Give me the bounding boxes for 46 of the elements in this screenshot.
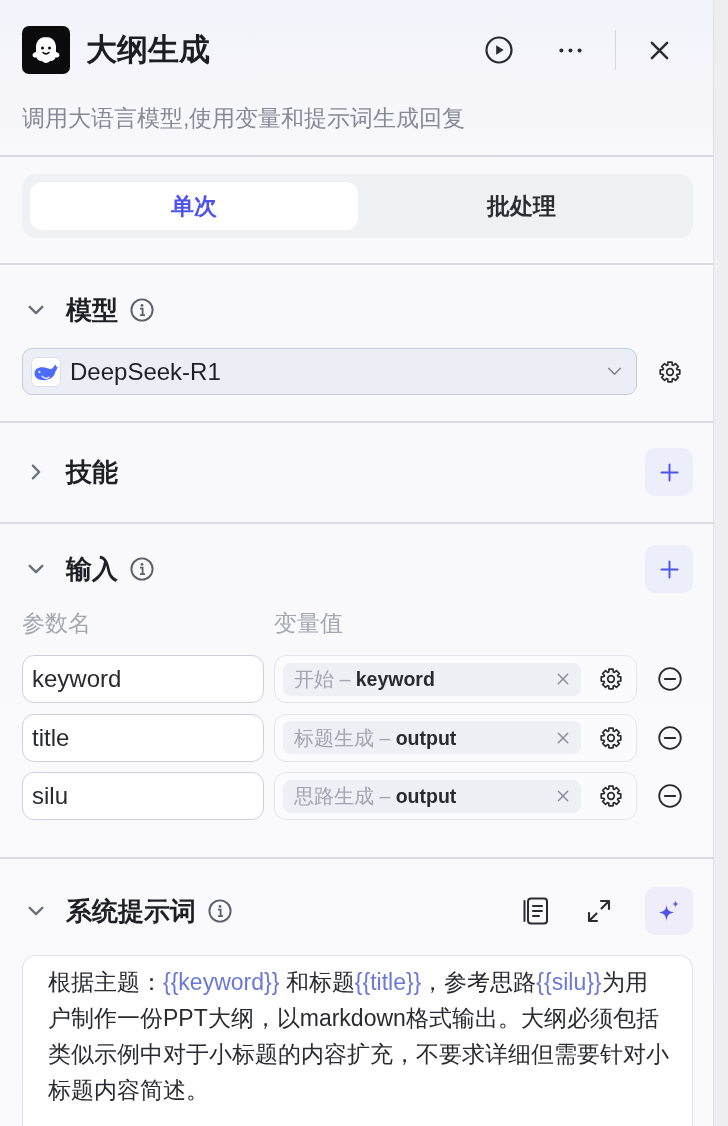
more-icon[interactable] (558, 47, 582, 53)
ghost-icon (22, 26, 70, 74)
tag-label: 标题生成 – output (294, 725, 457, 751)
document-icon[interactable] (523, 897, 549, 925)
settings-icon[interactable] (599, 784, 623, 808)
param-name-field[interactable]: silu (22, 772, 264, 820)
variable-value-field[interactable]: 标题生成 – output (274, 713, 637, 762)
remove-icon[interactable] (557, 790, 569, 802)
model-select[interactable]: DeepSeek-R1 (22, 348, 637, 395)
whale-icon (31, 356, 61, 387)
minus-circle-icon[interactable] (658, 667, 682, 691)
tab[interactable]: 单次 (30, 182, 358, 230)
plus-icon (659, 462, 679, 482)
play-icon[interactable] (484, 36, 513, 64)
variable-value-field[interactable]: 思路生成 – output (274, 772, 637, 820)
sparkle-button[interactable] (645, 887, 693, 935)
settings-icon[interactable] (599, 725, 623, 750)
column-header: 变量值 (274, 609, 343, 638)
close-icon[interactable] (650, 40, 669, 60)
param-name-field[interactable]: title (22, 713, 264, 762)
settings-icon[interactable] (658, 359, 682, 384)
remove-icon[interactable] (557, 731, 569, 744)
settings-icon[interactable] (599, 667, 623, 691)
section-title: 模型 (66, 294, 118, 327)
node-description: 调用大语言模型,使用变量和提示词生成回复 (22, 104, 467, 133)
remove-icon[interactable] (557, 673, 569, 685)
section-title: 系统提示词 (66, 895, 196, 928)
column-header: 参数名 (22, 609, 92, 638)
param-name-field[interactable]: keyword (22, 655, 264, 703)
minus-circle-icon[interactable] (658, 784, 682, 808)
chevron-down-icon[interactable] (607, 367, 622, 376)
section-title: 技能 (66, 456, 118, 489)
plus-icon (659, 559, 679, 579)
node-title: 大纲生成 (86, 31, 211, 69)
prompt-editor[interactable]: 根据主题：{{keyword}} 和标题{{title}}，参考思路{{silu}}为用户制作一份PPT大纲，以markdown格式输出。大纲必须包括类似示例中对于小标题的内容扩充，不要求详细但需要针对小标题内容简述。 (22, 955, 693, 1126)
info-icon[interactable] (130, 557, 154, 581)
info-icon[interactable] (130, 298, 154, 322)
prompt-text: 根据主题：{{keyword}} 和标题{{title}}，参考思路{{silu}}为用户制作一份PPT大纲，以markdown格式输出。大纲必须包括类似示例中对于小标题的内容扩充，不要求详细但需要针对小标题内容简述。 (48, 968, 670, 1105)
tag-label: 思路生成 – output (294, 784, 457, 809)
tab[interactable]: 批处理 (357, 182, 685, 230)
tag-label: 开始 – keyword (294, 667, 435, 692)
section-title: 输入 (66, 553, 118, 586)
variable-value-field[interactable]: 开始 – keyword (274, 655, 637, 703)
expand-icon[interactable] (587, 899, 611, 923)
info-icon[interactable] (208, 899, 232, 923)
minus-circle-icon[interactable] (658, 725, 682, 750)
